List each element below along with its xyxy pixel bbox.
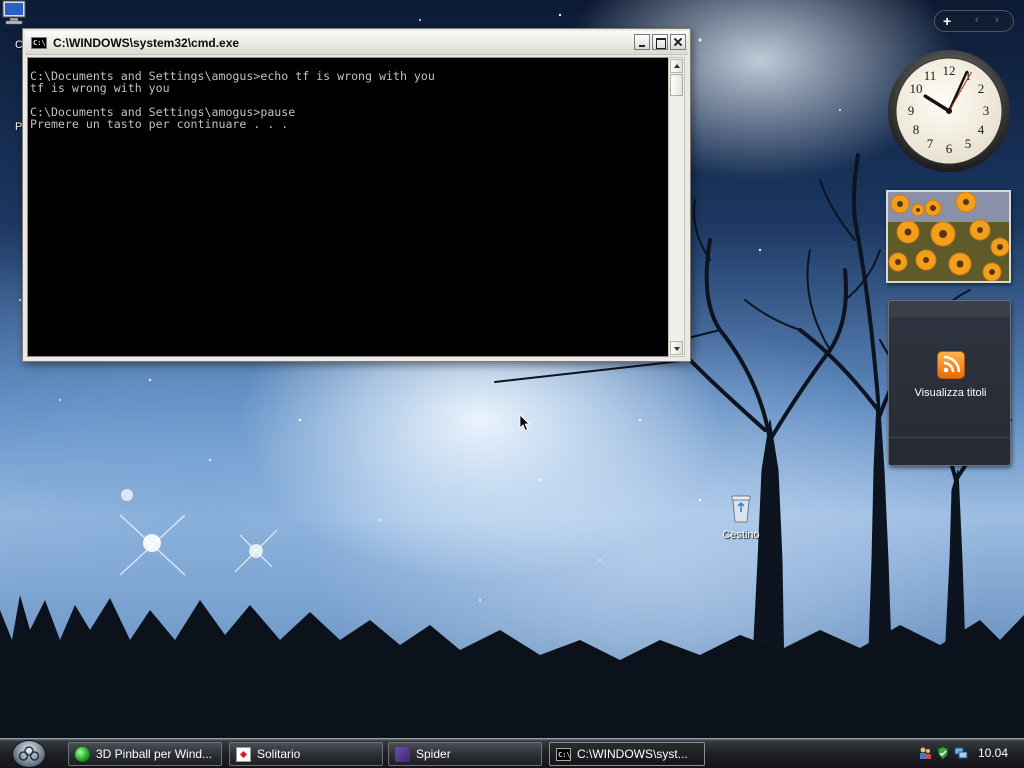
sidebar-controls: + ‹ ›: [934, 10, 1014, 32]
vertical-scrollbar[interactable]: [668, 57, 685, 357]
network-icon[interactable]: [954, 746, 968, 760]
cmd-app-icon[interactable]: C:\: [31, 37, 47, 49]
taskbar-button-cmd[interactable]: C:\ C:\WINDOWS\syst...: [549, 742, 705, 766]
feed-headlines-gadget[interactable]: Visualizza titoli: [888, 300, 1011, 466]
recycle-bin[interactable]: Cestino: [718, 492, 764, 541]
previous-page-button[interactable]: ‹: [975, 14, 979, 26]
scroll-thumb[interactable]: [670, 74, 683, 96]
scroll-down-button[interactable]: [670, 341, 683, 355]
taskbar-button-solitaire[interactable]: Solitario: [229, 742, 383, 766]
cmd-window[interactable]: C:\ C:\WINDOWS\system32\cmd.exe C:\Docum…: [22, 28, 691, 362]
svg-text:6: 6: [946, 141, 953, 156]
taskbar-button-pinball[interactable]: 3D Pinball per Wind...: [68, 742, 222, 766]
clock-gadget[interactable]: 12 1 2 345 678 9 10 11: [886, 48, 1012, 174]
console-output-area[interactable]: C:\Documents and Settings\amogus>echo tf…: [27, 57, 669, 357]
pinball-icon: [75, 747, 90, 762]
svg-text:10: 10: [910, 81, 923, 96]
flower-photo: [888, 192, 1009, 281]
system-tray: 10.04: [914, 743, 1022, 765]
start-button[interactable]: [12, 740, 46, 768]
svg-text:2: 2: [978, 81, 985, 96]
next-page-button[interactable]: ›: [995, 14, 999, 26]
svg-text:8: 8: [913, 122, 920, 137]
security-shield-icon[interactable]: [936, 746, 950, 760]
solitaire-icon: [236, 747, 251, 762]
view-headlines-link[interactable]: Visualizza titoli: [889, 387, 1012, 399]
taskbar-button-label: C:\WINDOWS\syst...: [577, 747, 688, 761]
scroll-up-button[interactable]: [670, 59, 683, 73]
svg-text:4: 4: [978, 122, 985, 137]
cmd-icon: C:\: [556, 748, 571, 761]
recycle-bin-label: Cestino: [722, 529, 760, 541]
close-button[interactable]: [670, 34, 686, 50]
svg-text:7: 7: [927, 136, 934, 151]
mouse-pointer-icon: [519, 414, 530, 432]
window-title: C:\WINDOWS\system32\cmd.exe: [53, 36, 240, 50]
svg-text:9: 9: [908, 103, 915, 118]
taskbar: 3D Pinball per Wind... Solitario Spider …: [0, 738, 1024, 768]
spider-solitaire-icon: [395, 747, 410, 762]
user-accounts-icon[interactable]: [918, 746, 932, 760]
maximize-button[interactable]: [652, 34, 668, 50]
svg-text:3: 3: [983, 103, 990, 118]
taskbar-clock[interactable]: 10.04: [978, 746, 1008, 760]
recycle-bin-icon: [731, 495, 751, 523]
taskbar-button-spider[interactable]: Spider: [388, 742, 542, 766]
gadget-footer: [889, 437, 1010, 465]
console-text: C:\Documents and Settings\amogus>echo tf…: [30, 69, 435, 131]
taskbar-button-label: 3D Pinball per Wind...: [96, 747, 213, 761]
taskbar-button-label: Solitario: [257, 747, 301, 761]
slideshow-gadget[interactable]: [886, 190, 1011, 283]
svg-text:5: 5: [965, 136, 972, 151]
gadget-header: [889, 301, 1010, 317]
rss-icon: [937, 351, 965, 379]
svg-text:11: 11: [924, 68, 937, 83]
minimize-button[interactable]: [634, 34, 650, 50]
taskbar-button-label: Spider: [416, 747, 451, 761]
svg-text:12: 12: [943, 63, 956, 78]
cmd-titlebar[interactable]: C:\ C:\WINDOWS\system32\cmd.exe: [25, 31, 688, 55]
analog-clock: 12 12 345 678 91011: [888, 50, 1010, 172]
start-orb-icon: [18, 746, 40, 761]
add-gadget-button[interactable]: +: [943, 13, 951, 29]
